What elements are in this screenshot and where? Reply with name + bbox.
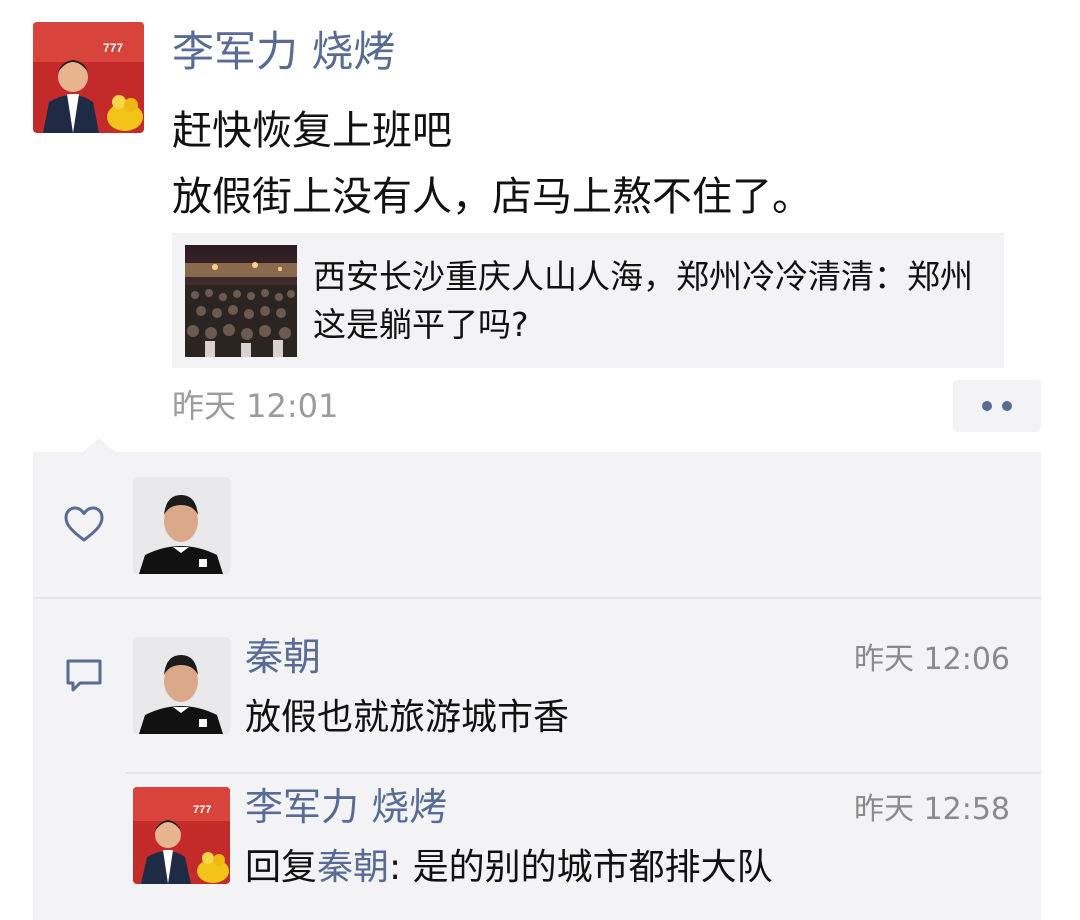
commenter-avatar[interactable]: 777 bbox=[133, 787, 230, 884]
post-author-name[interactable]: 李军力 烧烤 bbox=[172, 26, 395, 78]
post-text: 赶快恢复上班吧 放假街上没有人，店马上熬不住了。 bbox=[172, 98, 812, 230]
panel-divider bbox=[33, 597, 1041, 599]
comment-divider bbox=[125, 772, 1041, 774]
post-text-line: 放假街上没有人，店马上熬不住了。 bbox=[172, 174, 812, 220]
post-timestamp: 昨天 12:01 bbox=[172, 387, 339, 425]
comment-reply-text[interactable]: 回复秦朝: 是的别的城市都排大队 bbox=[245, 843, 773, 893]
comment-timestamp: 昨天 12:06 bbox=[854, 642, 1010, 677]
more-dot-icon bbox=[1002, 401, 1012, 411]
reply-body: : 是的别的城市都排大队 bbox=[389, 847, 773, 888]
like-user-avatar[interactable] bbox=[133, 477, 230, 574]
commenter-name[interactable]: 秦朝 bbox=[245, 633, 321, 681]
commenter-avatar[interactable] bbox=[133, 637, 230, 734]
more-actions-button[interactable] bbox=[953, 380, 1041, 432]
shared-article-thumbnail bbox=[185, 245, 297, 357]
shared-article-title[interactable]: 西安长沙重庆人山人海，郑州冷冷清清：郑州这是躺平了吗? bbox=[313, 253, 973, 349]
svg-text:777: 777 bbox=[193, 804, 211, 816]
author-avatar[interactable]: 777 bbox=[33, 22, 144, 133]
commenter-name[interactable]: 李军力 烧烤 bbox=[245, 783, 447, 831]
moments-post-screen: 777 李军力 烧烤 赶快恢复上班吧 放假街上没有人，店马上熬不住了。 西安长沙… bbox=[0, 0, 1080, 920]
comment-timestamp: 昨天 12:58 bbox=[854, 792, 1010, 827]
reply-prefix: 回复 bbox=[245, 847, 318, 888]
more-dot-icon bbox=[982, 401, 992, 411]
post-text-line: 赶快恢复上班吧 bbox=[172, 108, 452, 154]
heart-icon bbox=[64, 506, 104, 542]
shared-article-card[interactable]: 西安长沙重庆人山人海，郑州冷冷清清：郑州这是躺平了吗? bbox=[172, 233, 1004, 368]
comment-text[interactable]: 放假也就旅游城市香 bbox=[245, 693, 569, 743]
svg-text:777: 777 bbox=[103, 41, 123, 55]
reply-to-name[interactable]: 秦朝 bbox=[317, 847, 389, 888]
comment-icon bbox=[66, 659, 102, 692]
